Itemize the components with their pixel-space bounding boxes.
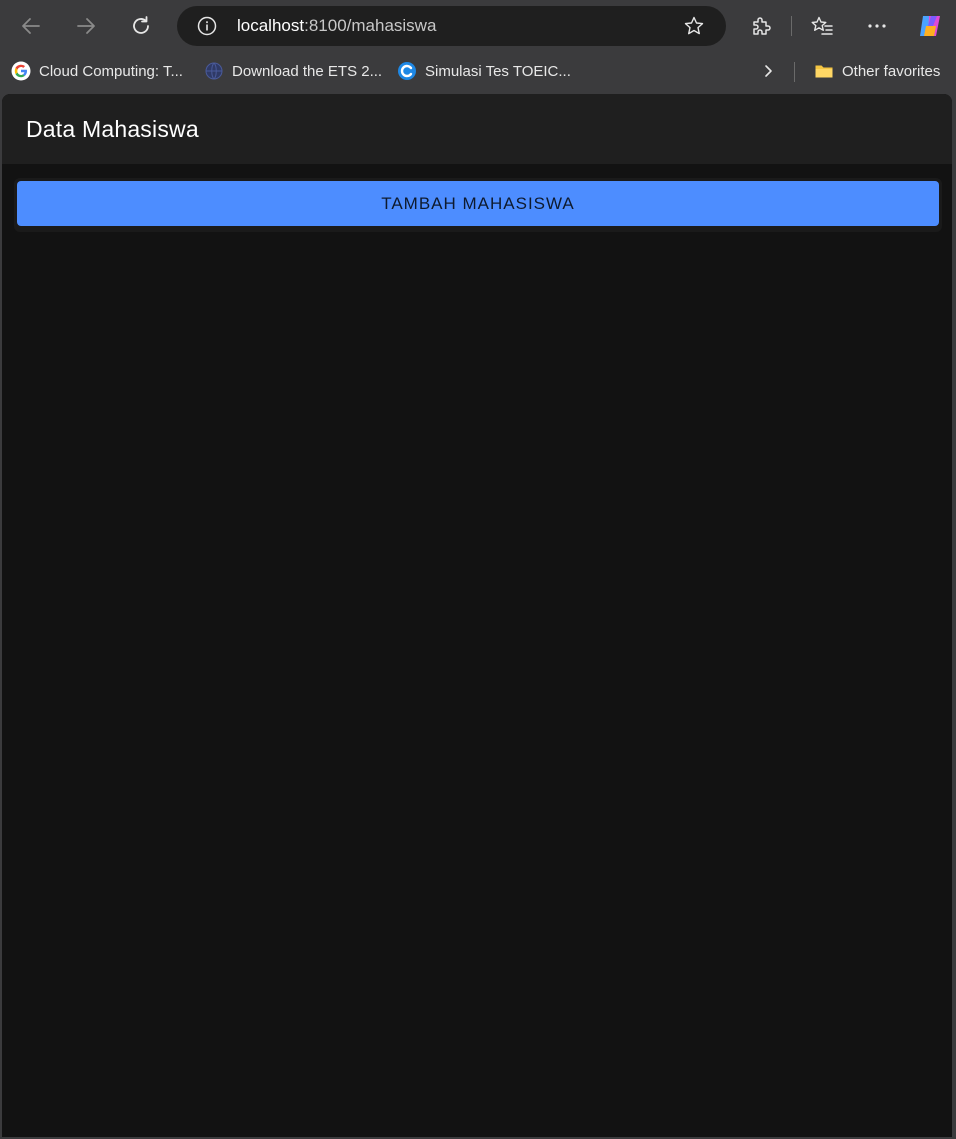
bookmark-item[interactable]: Cloud Computing: T...	[11, 52, 183, 90]
google-icon	[11, 61, 31, 81]
more-dots-icon	[868, 24, 886, 28]
globe-icon	[205, 62, 223, 80]
bookmark-label: Download the ETS 2...	[232, 62, 383, 80]
toolbar-divider	[791, 16, 792, 36]
more-bookmarks-button[interactable]	[750, 53, 786, 89]
favorites-button[interactable]	[804, 8, 840, 44]
back-button[interactable]	[13, 8, 49, 44]
c-logo-icon	[398, 62, 416, 80]
address-bar[interactable]: localhost:8100/mahasiswa	[177, 6, 726, 46]
site-info-icon[interactable]	[197, 16, 217, 36]
add-student-button[interactable]: TAMBAH MAHASISWA	[17, 181, 939, 226]
puzzle-icon	[753, 17, 771, 35]
back-arrow-icon	[22, 18, 40, 34]
forward-button[interactable]	[68, 8, 104, 44]
bookmarks-bar: Cloud Computing: T... Download the ETS 2…	[0, 52, 956, 90]
refresh-icon	[133, 16, 149, 34]
refresh-button[interactable]	[123, 8, 159, 44]
page-title: Data Mahasiswa	[26, 116, 199, 142]
favorites-list-icon	[811, 16, 833, 35]
bookmark-item[interactable]: Download the ETS 2...	[204, 52, 382, 90]
forward-arrow-icon	[77, 18, 95, 34]
folder-icon	[815, 65, 833, 78]
bookmark-item[interactable]: Simulasi Tes TOEIC...	[397, 52, 571, 90]
browser-window: localhost:8100/mahasiswa Cloud Computing…	[0, 0, 956, 1139]
url-path: :8100/mahasiswa	[304, 16, 437, 35]
copilot-button[interactable]	[912, 8, 948, 44]
browser-toolbar: localhost:8100/mahasiswa	[0, 0, 956, 52]
page-content: Data Mahasiswa TAMBAH MAHASISWA	[2, 94, 952, 1137]
action-card: TAMBAH MAHASISWA	[14, 178, 942, 232]
extensions-button[interactable]	[743, 8, 779, 44]
other-favorites-folder[interactable]: Other favorites	[814, 52, 940, 90]
url-host: localhost	[237, 16, 305, 35]
favorite-star-icon[interactable]	[683, 15, 705, 37]
app-header: Data Mahasiswa	[2, 94, 952, 164]
bookmark-label: Cloud Computing: T...	[39, 62, 183, 80]
url-text[interactable]: localhost:8100/mahasiswa	[237, 6, 436, 46]
chevron-right-icon	[765, 65, 772, 77]
bookmarks-divider	[794, 62, 795, 82]
bookmark-label: Simulasi Tes TOEIC...	[425, 62, 571, 80]
other-favorites-label: Other favorites	[842, 62, 941, 80]
more-menu-button[interactable]	[859, 8, 895, 44]
copilot-icon	[920, 16, 940, 36]
